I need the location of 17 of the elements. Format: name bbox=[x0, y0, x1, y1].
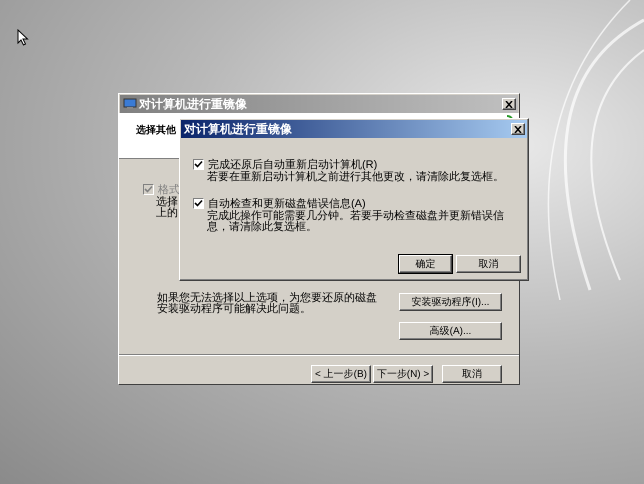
option-description: 上的 bbox=[156, 208, 178, 219]
install-driver-button[interactable]: 安装驱动程序(I)... bbox=[399, 293, 502, 311]
checkbox-label: 自动检查和更新磁盘错误信息(A) bbox=[208, 196, 366, 210]
option-description: 若要在重新启动计算机之前进行其他更改，请清除此复选框。 bbox=[207, 172, 505, 183]
window-title: 对计算机进行重镜像 bbox=[139, 96, 247, 112]
driver-hint-text: 如果您无法选择以上选项，为您要还原的磁盘安装驱动程序可能解决此问题。 bbox=[157, 293, 377, 315]
checkbox-label: 完成还原后自动重新启动计算机(R) bbox=[208, 158, 378, 171]
wizard-button[interactable]: < 上一步(B) bbox=[311, 365, 371, 383]
ok-button[interactable]: 确定 bbox=[399, 255, 452, 273]
page-heading: 选择其他 bbox=[136, 124, 176, 137]
cancel-button[interactable]: 取消 bbox=[456, 255, 521, 273]
option-description: 选择 bbox=[156, 197, 178, 208]
wizard-button[interactable]: 取消 bbox=[442, 365, 502, 383]
option-description: 完成此操作可能需要几分钟。若要手动检查磁盘并更新错误信息，请清除此复选框。 bbox=[207, 211, 505, 233]
dialog-title: 对计算机进行重镜像 bbox=[184, 120, 292, 138]
advanced-button[interactable]: 高级(A)... bbox=[399, 322, 502, 340]
wizard-button[interactable]: 下一步(N) > bbox=[373, 365, 433, 383]
